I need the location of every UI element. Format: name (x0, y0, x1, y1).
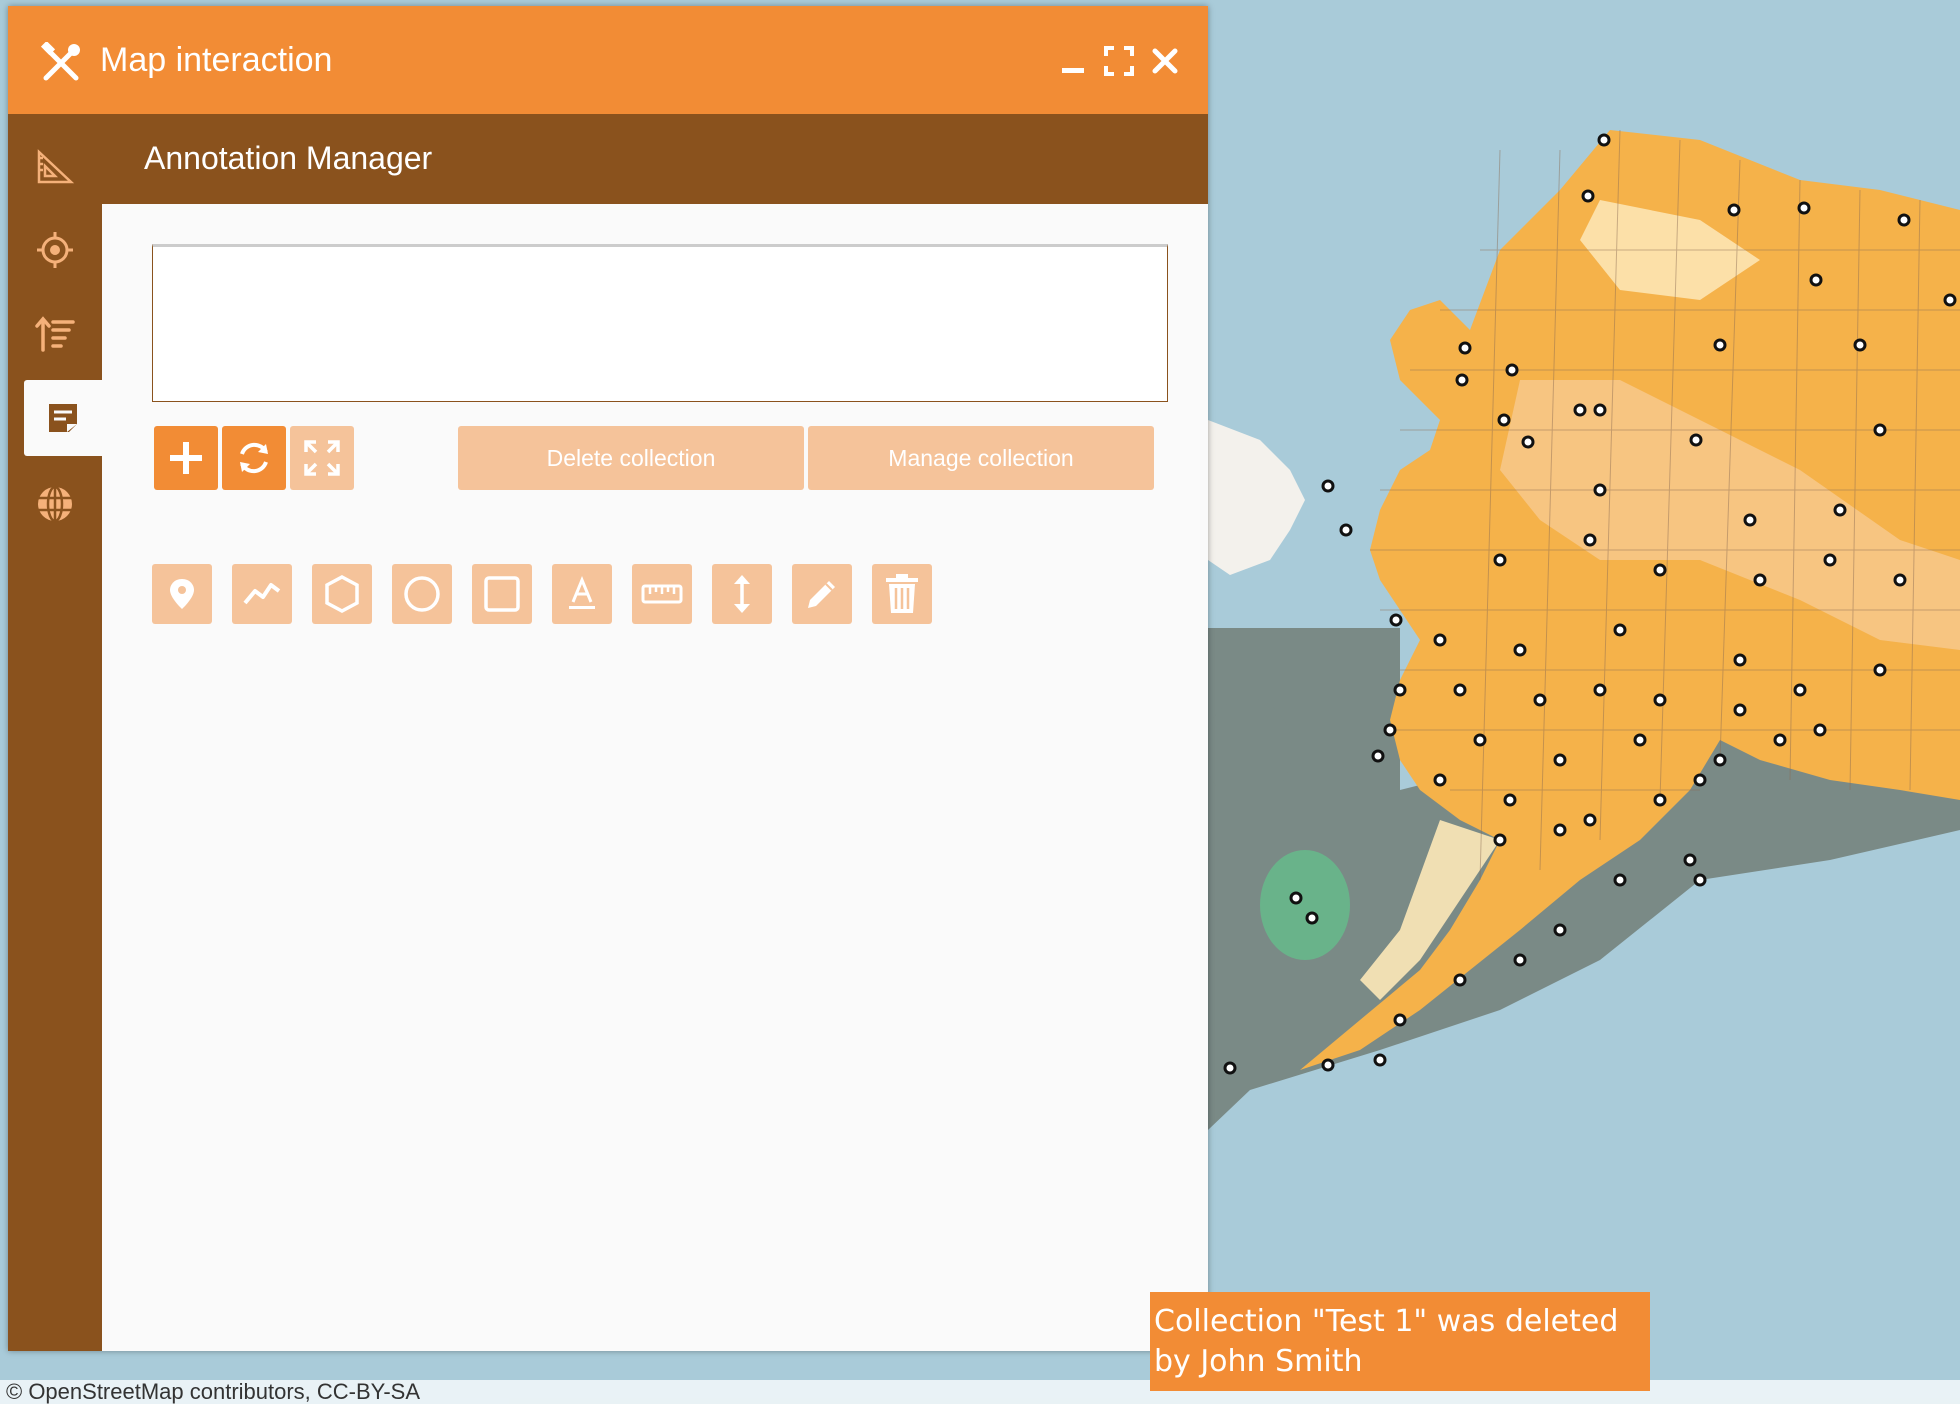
sidebar-item-locate[interactable] (8, 212, 102, 288)
height-icon (734, 575, 750, 613)
marker-icon (170, 579, 194, 609)
refresh-collections-button[interactable] (222, 426, 286, 490)
notification-toast: Collection "Test 1" was deleted by John … (1150, 1292, 1650, 1391)
note-icon (49, 404, 77, 432)
minimize-icon[interactable] (1056, 44, 1090, 78)
draw-rectangle-button[interactable] (472, 564, 532, 624)
measure-distance-button[interactable] (632, 564, 692, 624)
ruler-triangle-icon (37, 149, 75, 184)
plus-icon (170, 442, 202, 474)
ruler-icon (641, 584, 683, 604)
refresh-icon (240, 442, 268, 474)
globe-icon (38, 485, 72, 523)
map-attribution: © OpenStreetMap contributors, CC-BY-SA (0, 1380, 1960, 1404)
close-icon[interactable] (1148, 44, 1182, 78)
draw-polyline-button[interactable] (232, 564, 292, 624)
rectangle-icon (484, 576, 520, 612)
add-collection-button[interactable] (154, 426, 218, 490)
polygon-icon (325, 575, 359, 613)
annotation-manager-header: Annotation Manager (102, 114, 1208, 204)
panel-title: Map interaction (100, 41, 333, 79)
sidebar-item-globe[interactable] (8, 466, 102, 542)
maximize-icon[interactable] (1102, 44, 1136, 78)
sort-list-icon (35, 316, 75, 352)
draw-circle-button[interactable] (392, 564, 452, 624)
fit-collection-button[interactable] (290, 426, 354, 490)
draw-polygon-button[interactable] (312, 564, 372, 624)
polyline-icon (243, 583, 281, 605)
collection-list[interactable] (152, 244, 1168, 402)
sidebar-item-sort[interactable] (8, 296, 102, 372)
text-icon (569, 576, 595, 609)
crosshair-icon (37, 232, 73, 268)
section-title: Annotation Manager (144, 140, 433, 176)
panel-titlebar[interactable]: Map interaction (8, 6, 1208, 114)
edit-icon (808, 581, 835, 608)
edit-annotation-button[interactable] (792, 564, 852, 624)
measure-height-button[interactable] (712, 564, 772, 624)
tools-icon (40, 42, 80, 81)
draw-text-button[interactable] (552, 564, 612, 624)
manage-collection-button[interactable]: Manage collection (808, 426, 1154, 490)
map-interaction-panel: Map interaction Annotation Manager Delet… (8, 6, 1208, 1351)
sidebar (8, 114, 102, 1351)
delete-collection-button[interactable]: Delete collection (458, 426, 804, 490)
expand-icon (304, 440, 340, 476)
draw-marker-button[interactable] (152, 564, 212, 624)
trash-icon (886, 574, 918, 613)
circle-icon (404, 576, 440, 612)
delete-annotation-button[interactable] (872, 564, 932, 624)
sidebar-item-measure[interactable] (8, 128, 102, 204)
sidebar-item-annotations[interactable] (24, 380, 102, 456)
